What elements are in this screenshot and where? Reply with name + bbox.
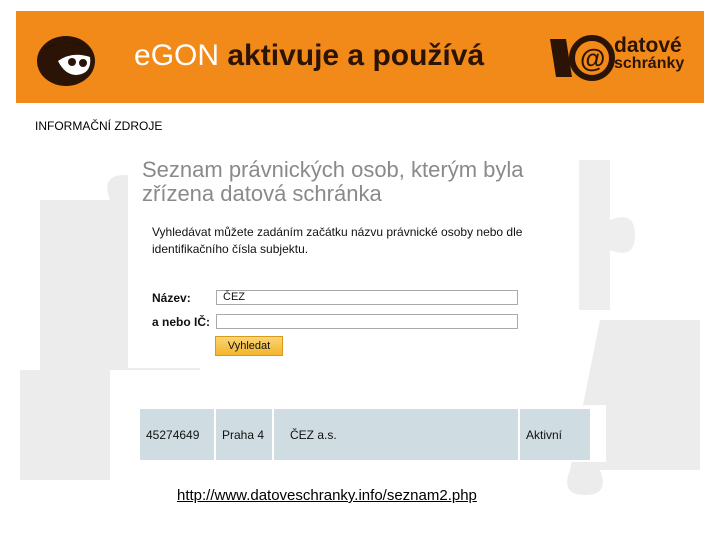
logo-line-1: datové [614, 34, 682, 57]
name-label: Název: [152, 291, 191, 305]
panel-title: Seznam právnických osob, kterým byla zří… [142, 157, 524, 206]
banner-headline: eGON aktivuje a používá [134, 39, 484, 73]
headline-text: aktivuje a používá [227, 39, 485, 72]
ic-input[interactable] [216, 314, 518, 329]
logo-line-2: schránky [614, 55, 685, 72]
result-table: 45274649 Praha 4 ČEZ a.s. Aktivní [138, 409, 592, 460]
result-area: 45274649 Praha 4 ČEZ a.s. Aktivní [112, 405, 606, 462]
ic-label: a nebo IČ: [152, 315, 211, 329]
brand-name: GON [150, 39, 220, 72]
cell-name: ČEZ a.s. [274, 409, 518, 460]
search-button[interactable]: Vyhledat [215, 336, 283, 356]
cell-city: Praha 4 [216, 409, 272, 460]
svg-text:@: @ [580, 43, 605, 73]
header-banner: eGON aktivuje a používá @ datové schránk… [16, 11, 704, 103]
egon-mascot-icon [37, 36, 95, 86]
logo-text: datové schránky [614, 34, 685, 73]
brand-letter: e [134, 39, 151, 72]
table-row[interactable]: 45274649 Praha 4 ČEZ a.s. Aktivní [140, 409, 590, 460]
source-link[interactable]: http://www.datoveschranky.info/seznam2.p… [177, 487, 477, 504]
section-label: INFORMAČNÍ ZDROJE [35, 119, 163, 133]
name-input[interactable]: ČEZ [216, 290, 518, 305]
cell-status: Aktivní [520, 409, 590, 460]
panel-description: Vyhledávat můžete zadáním začátku názvu … [152, 225, 523, 256]
cell-ic: 45274649 [140, 409, 214, 460]
search-panel: Seznam právnických osob, kterým byla zří… [128, 150, 579, 368]
